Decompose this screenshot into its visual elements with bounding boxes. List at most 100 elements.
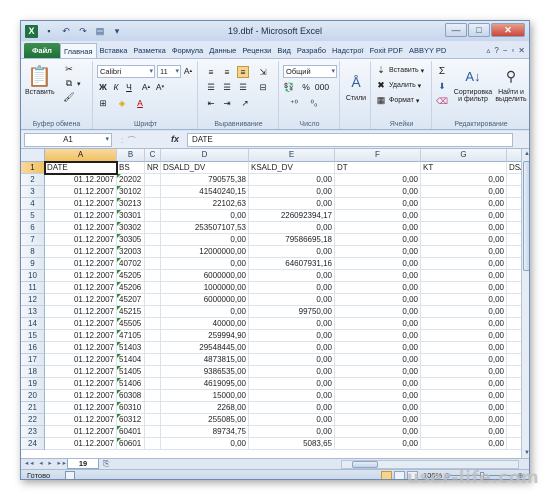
save-icon[interactable]: ▪ (43, 25, 55, 37)
table-cell[interactable]: 0,00 (421, 198, 507, 210)
align-top-icon[interactable]: ≡ (205, 66, 217, 78)
table-cell[interactable]: 01.12.2007 (45, 210, 117, 222)
error-indicator-icon[interactable] (117, 306, 121, 310)
row-header[interactable]: 15 (21, 330, 45, 342)
table-cell[interactable]: 0,00 (161, 438, 249, 450)
number-format-combo[interactable]: Общий (283, 65, 337, 78)
page-layout-view-icon[interactable] (394, 471, 405, 479)
table-cell[interactable]: 0,00 (335, 270, 421, 282)
table-cell[interactable] (145, 210, 161, 222)
table-cell[interactable] (507, 246, 521, 258)
table-cell[interactable] (507, 402, 521, 414)
table-cell[interactable] (145, 366, 161, 378)
toolbar-icon[interactable]: ▤ (94, 25, 106, 37)
tab-11[interactable]: ABBYY PD (406, 43, 449, 58)
table-cell[interactable]: 0,00 (161, 234, 249, 246)
table-cell[interactable]: 45505 (117, 318, 145, 330)
borders-icon[interactable]: ⊞ (97, 97, 109, 109)
table-cell[interactable]: 01.12.2007 (45, 258, 117, 270)
grow-font-button[interactable]: A ▴ (140, 81, 152, 93)
error-indicator-icon[interactable] (117, 294, 121, 298)
tab-0[interactable]: Файл (24, 43, 60, 58)
row-header[interactable]: 7 (21, 234, 45, 246)
scroll-down-icon[interactable]: ▼ (522, 448, 529, 458)
normal-view-icon[interactable] (381, 471, 392, 479)
tab-7[interactable]: Вид (274, 43, 294, 58)
column-header[interactable]: D (161, 149, 249, 162)
table-cell[interactable]: 0,00 (421, 318, 507, 330)
table-cell[interactable]: 0,00 (249, 366, 335, 378)
header-cell[interactable]: DSALD_ (507, 162, 521, 174)
table-cell[interactable]: 4873815,00 (161, 354, 249, 366)
table-cell[interactable] (145, 246, 161, 258)
table-cell[interactable]: 0,00 (421, 222, 507, 234)
table-cell[interactable]: 89734,75 (161, 426, 249, 438)
clear-icon[interactable]: ⌫ (436, 95, 448, 107)
vertical-scroll-thumb[interactable] (523, 161, 529, 271)
table-cell[interactable] (145, 438, 161, 450)
row-header[interactable]: 2 (21, 174, 45, 186)
excel-logo-icon[interactable]: X (25, 24, 38, 38)
table-cell[interactable]: 40000,00 (161, 318, 249, 330)
table-cell[interactable]: 01.12.2007 (45, 186, 117, 198)
name-box[interactable]: A1 (24, 133, 112, 147)
table-cell[interactable]: 790575,38 (161, 174, 249, 186)
table-cell[interactable] (145, 426, 161, 438)
table-cell[interactable]: 20202 (117, 174, 145, 186)
table-cell[interactable]: 22102,63 (161, 198, 249, 210)
table-cell[interactable]: 0,00 (335, 258, 421, 270)
table-cell[interactable] (145, 342, 161, 354)
table-cell[interactable] (507, 318, 521, 330)
table-cell[interactable]: 01.12.2007 (45, 294, 117, 306)
table-cell[interactable]: 60401 (117, 426, 145, 438)
table-cell[interactable]: 4619095,00 (161, 378, 249, 390)
row-header[interactable]: 3 (21, 186, 45, 198)
table-cell[interactable]: 0,00 (249, 270, 335, 282)
table-cell[interactable] (145, 270, 161, 282)
table-cell[interactable]: 79586695,18 (249, 234, 335, 246)
orientation-icon[interactable]: ↗ (239, 97, 251, 109)
table-cell[interactable]: 0,00 (335, 246, 421, 258)
table-cell[interactable]: 0,00 (421, 186, 507, 198)
align-right-icon[interactable]: ☰ (237, 81, 249, 93)
align-left-icon[interactable]: ☰ (205, 81, 217, 93)
table-cell[interactable]: 0,00 (421, 402, 507, 414)
table-cell[interactable]: 0,00 (421, 270, 507, 282)
increase-indent-icon[interactable]: ⇥ (221, 97, 233, 109)
row-header[interactable]: 17 (21, 354, 45, 366)
error-indicator-icon[interactable] (117, 198, 121, 202)
header-cell[interactable]: DSALD_DV (161, 162, 249, 174)
table-cell[interactable] (145, 354, 161, 366)
tab-1[interactable]: Главная (59, 43, 97, 58)
table-cell[interactable]: 6000000,00 (161, 294, 249, 306)
workbook-close-icon[interactable]: ✕ (518, 46, 525, 55)
table-cell[interactable]: 0,00 (421, 426, 507, 438)
tab-10[interactable]: Foxit PDF (367, 43, 406, 58)
error-indicator-icon[interactable] (117, 414, 121, 418)
table-cell[interactable] (507, 438, 521, 450)
table-cell[interactable] (507, 426, 521, 438)
increase-decimal-icon[interactable]: ⁺⁰ (288, 97, 300, 109)
table-cell[interactable]: 0,00 (335, 222, 421, 234)
table-cell[interactable] (507, 378, 521, 390)
autosum-icon[interactable]: Σ (436, 65, 448, 77)
align-bottom-icon[interactable]: ≡ (237, 66, 249, 78)
table-cell[interactable] (507, 330, 521, 342)
error-indicator-icon[interactable] (117, 246, 121, 250)
column-header[interactable]: F (335, 149, 421, 162)
table-cell[interactable]: 0,00 (249, 294, 335, 306)
table-cell[interactable]: 0,00 (421, 366, 507, 378)
table-cell[interactable]: 60312 (117, 414, 145, 426)
table-cell[interactable] (507, 270, 521, 282)
table-cell[interactable]: 01.12.2007 (45, 354, 117, 366)
table-cell[interactable]: 45207 (117, 294, 145, 306)
table-cell[interactable]: 0,00 (249, 186, 335, 198)
table-cell[interactable]: 45206 (117, 282, 145, 294)
table-cell[interactable]: 30305 (117, 234, 145, 246)
column-header[interactable]: B (117, 149, 145, 162)
table-cell[interactable]: 0,00 (335, 306, 421, 318)
table-cell[interactable] (507, 294, 521, 306)
undo-icon[interactable]: ↶ (60, 25, 72, 37)
error-indicator-icon[interactable] (117, 438, 121, 442)
vertical-scrollbar[interactable]: ▲ ▼ (521, 149, 529, 458)
